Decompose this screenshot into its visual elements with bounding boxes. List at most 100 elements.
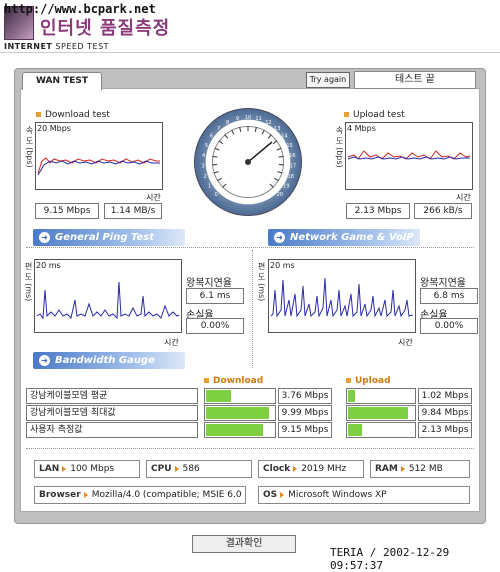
bw-download-fill [206,424,263,436]
gauge-tick [217,178,221,181]
game-rtt-label: 왕복지연율 [420,274,466,289]
arrow-right-icon: ➜ [39,355,50,366]
bw-download-head-text: Download [213,376,263,386]
bw-upload-fill [348,390,355,402]
game-time-label: 시간 [398,337,413,348]
bandwidth-section-header[interactable]: ➜ Bandwidth Gauge [33,352,185,369]
triangle-icon [293,466,297,472]
download-line [38,158,160,173]
bullet-icon [204,378,209,383]
clock-key: Clock [263,464,290,474]
gauge-tick [277,172,282,174]
bullet-icon [36,112,41,117]
bullet-icon [346,378,351,383]
gauge-tick-label: 11 [255,116,261,122]
upload-kbs-value: 266 kB/s [414,203,472,219]
game-rtt-value: 6.8 ms [420,288,478,304]
ping-time-label: 시간 [164,337,179,348]
gauge-hub [245,159,251,165]
os-value: Microsoft Windows XP [288,490,386,500]
gauge-tick [277,148,282,150]
gauge-tick [274,178,278,181]
bw-upload-bar [346,388,416,404]
triangle-icon [280,492,284,498]
gauge-tick-label: 19 [283,184,289,190]
page-title: 인터넷 품질측정 [40,14,170,40]
upload-max-label: 4 Mbps [347,124,376,133]
os-info: OS Microsoft Windows XP [258,486,470,504]
signature-text: TERIA / 2002-12-29 09:57:37 [330,546,500,572]
arrow-right-icon: ➜ [39,232,50,243]
bullet-icon [344,112,349,117]
upload-axis-label: 속 도 (bps) [334,126,345,186]
gauge-tick [225,135,228,139]
download-max-label: 20 Mbps [37,124,71,133]
try-again-button[interactable]: Try again [306,72,350,88]
bw-row-label: 강남케이블모뎀 평균 [26,388,198,404]
bw-download-bar [204,405,276,421]
bw-upload-head-text: Upload [355,376,391,386]
tab-wan-test[interactable]: WAN TEST [22,72,102,90]
cpu-key: CPU [151,464,172,474]
cpu-value: 586 [183,464,200,474]
gauge-tick [223,184,227,188]
upload-line-blue [348,157,470,159]
gauge-tick-label: 17 [290,164,296,170]
browser-key: Browser [39,490,81,500]
triangle-icon [175,466,179,472]
ping-line [37,282,179,318]
gauge-needle [248,142,272,162]
header-divider [0,52,500,53]
ping-graph-svg [35,260,181,332]
download-label-text: Download test [45,110,110,120]
lan-info: LAN100 Mbps [34,460,140,478]
bw-download-bar [204,422,276,438]
gauge-tick [212,156,217,157]
gauge-tick [214,172,219,174]
triangle-icon [62,466,66,472]
gauge-tick-label: 20 [277,192,283,198]
game-loss-value: 0.00% [420,318,478,334]
clock-info: Clock 2019 MHz [258,460,364,478]
upload-time-label: 시간 [456,192,471,203]
gauge-tick-label: 4 [202,153,205,159]
download-mbs-value: 1.14 MB/s [104,203,162,219]
bw-upload-head: Upload [346,376,391,386]
bw-download-head: Download [204,376,263,386]
os-key: OS [263,490,277,500]
game-graph [268,259,416,333]
upload-label-text: Upload test [353,110,405,120]
subtitle-bold: INTERNET [4,42,52,51]
bandwidth-title: Bandwidth Gauge [55,355,155,366]
section-divider [26,247,474,248]
gauge-tick-label: 5 [205,143,208,149]
gauge-tick-label: 0 [215,192,218,198]
gauge-tick-label: 13 [274,126,280,132]
upload-label: Upload test [344,110,405,120]
ping-max-label: 20 ms [36,261,61,270]
vertical-divider [252,250,253,368]
gauge-tick-label: 14 [281,134,287,140]
clock-value: 2019 MHz [301,464,346,474]
triangle-icon [84,492,88,498]
gauge-tick [270,184,274,188]
gauge-tick [219,141,223,144]
ping-title: General Ping Test [55,232,154,243]
gauge-tick-label: 8 [226,120,229,126]
ram-key: RAM [375,464,398,474]
arrow-right-icon: ➜ [274,232,285,243]
bw-download-fill [206,390,231,402]
confirm-results-button[interactable]: 결과확인 [192,535,296,553]
bw-download-bar [204,388,276,404]
gauge-needle-svg: 01234567891011121314151617181920 [194,108,302,216]
gauge-tick-label: 12 [265,120,271,126]
ping-rtt-label: 왕복지연율 [186,274,232,289]
gauge-tick-label: 2 [204,174,207,180]
game-graph-svg [269,260,415,332]
gauge-tick [279,156,284,157]
bw-upload-fill [348,424,362,436]
game-section-header[interactable]: ➜Network Game & VoIP Test [268,229,420,246]
ping-section-header[interactable]: ➜ General Ping Test [33,229,185,246]
gauge-tick-label: 15 [286,143,292,149]
page-subtitle: INTERNET SPEED TEST [4,42,109,51]
